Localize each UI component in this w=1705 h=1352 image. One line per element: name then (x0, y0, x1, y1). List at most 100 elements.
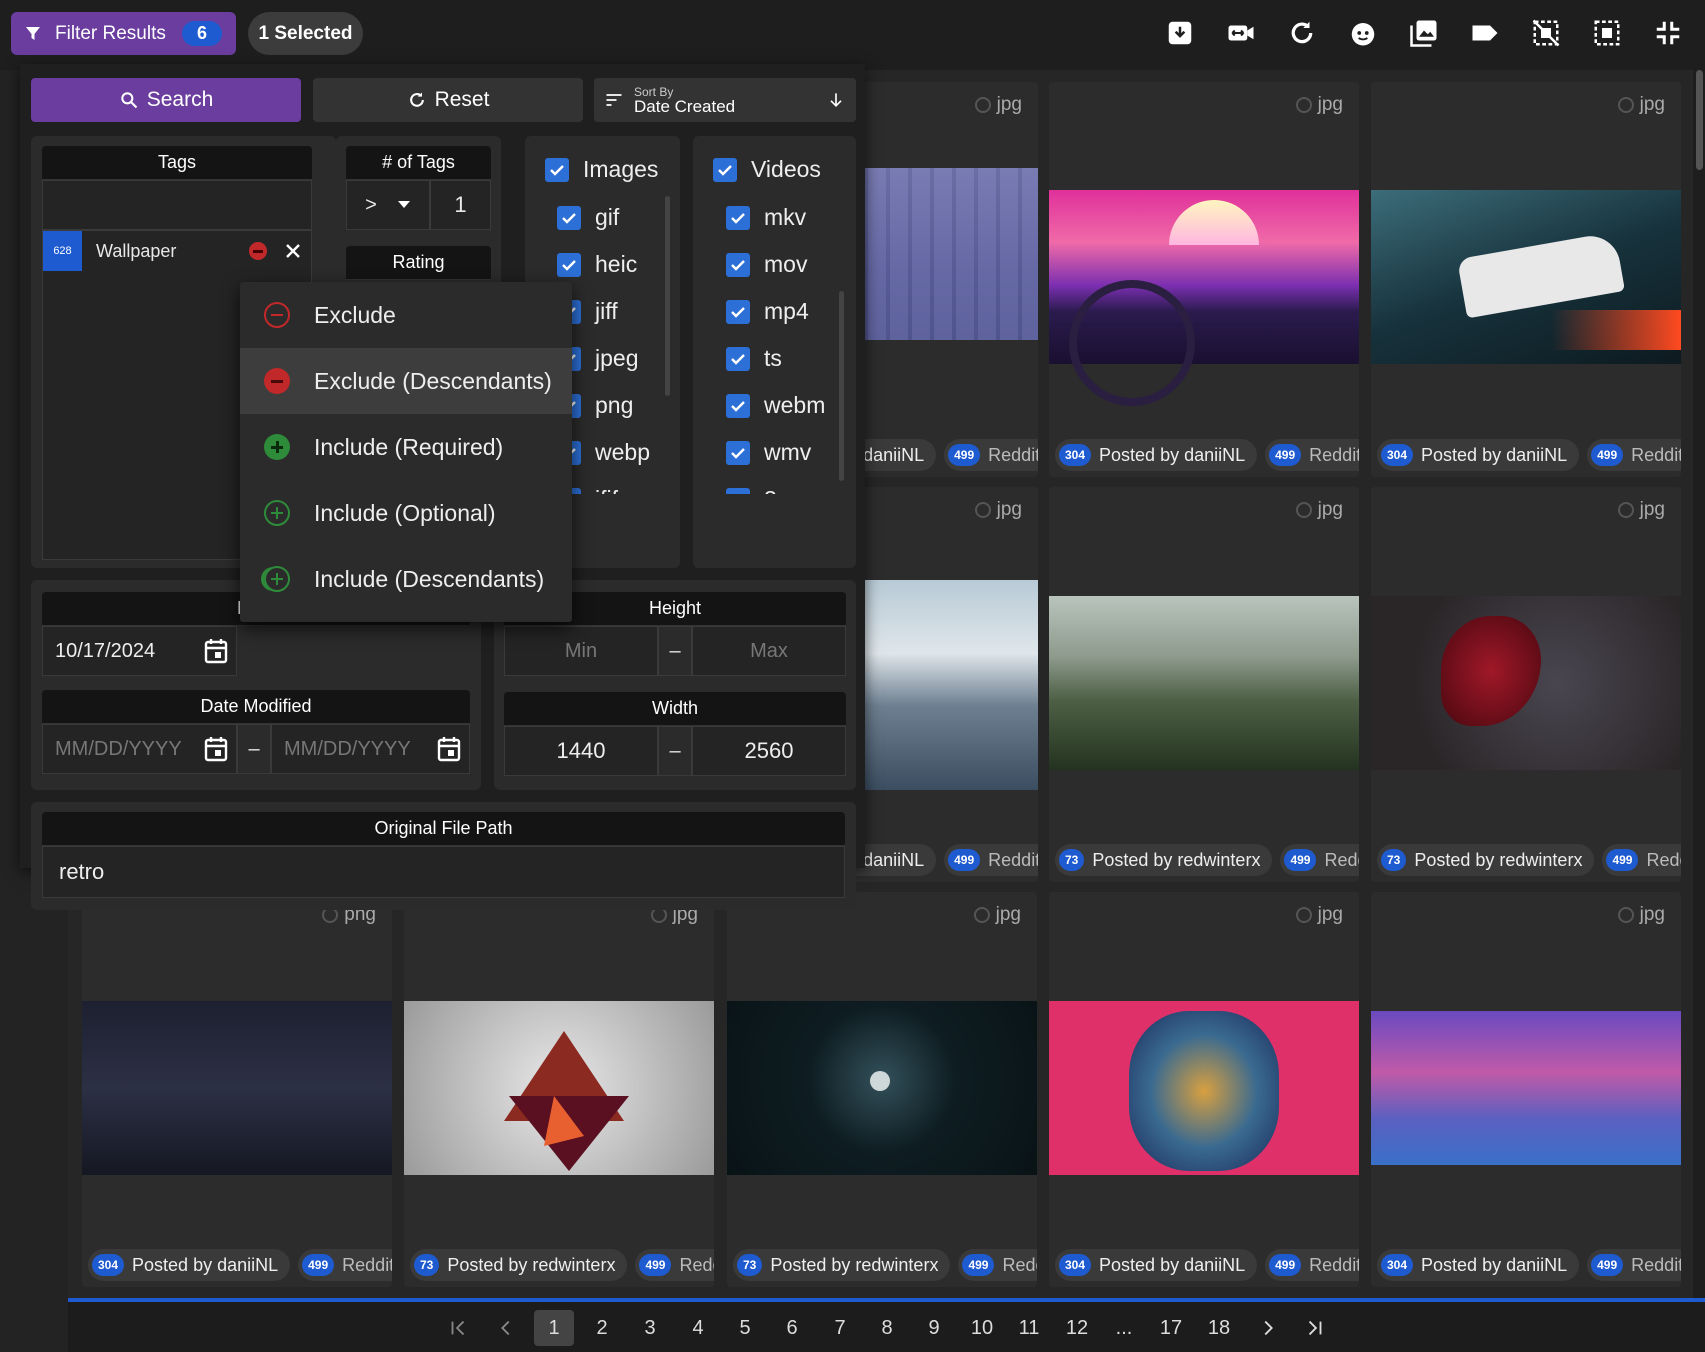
tag-item[interactable]: 628 Wallpaper (43, 231, 311, 271)
filter-results-button[interactable]: Filter Results 6 (11, 12, 236, 55)
refresh-icon[interactable] (1287, 18, 1317, 48)
source-chip[interactable]: 499Reddit (1265, 1249, 1359, 1281)
calendar-icon[interactable] (437, 736, 461, 762)
videos-checkbox[interactable]: Videos (713, 146, 821, 193)
source-chip[interactable]: 499Reddit (1587, 439, 1681, 471)
source-chip[interactable]: 499Reddit (1265, 439, 1359, 471)
media-card[interactable]: jpg 304Posted by daniiNL 499Reddit (1049, 82, 1359, 477)
select-all-icon[interactable] (1592, 18, 1622, 48)
thumbnail-image[interactable] (1049, 190, 1359, 406)
menu-item-include-required[interactable]: Include (Required) (240, 414, 572, 480)
thumbnail-image[interactable] (1371, 190, 1681, 364)
thumbnail-image[interactable] (1371, 596, 1681, 770)
source-chip[interactable]: 499Reddit (944, 844, 1038, 876)
video-type-checkbox[interactable]: mov (726, 241, 807, 288)
thumbnail-image[interactable] (727, 1001, 1037, 1175)
images-checkbox[interactable]: Images (545, 146, 658, 193)
image-type-checkbox[interactable]: heic (557, 241, 637, 288)
author-chip[interactable]: 304Posted by daniiNL (1377, 439, 1580, 471)
page-button[interactable]: 4 (680, 1310, 716, 1346)
menu-item-include-descendants[interactable]: Include (Descendants) (240, 546, 572, 612)
menu-item-exclude-descendants[interactable]: Exclude (Descendants) (240, 348, 572, 414)
date-modified-from-input[interactable]: MM/DD/YYYY (42, 724, 237, 774)
media-card[interactable]: jpg 304Posted by daniiNL 499Reddit (1371, 892, 1681, 1287)
media-card[interactable]: jpg 304Posted by daniiNL 499Reddit (1049, 892, 1359, 1287)
page-button[interactable]: 17 (1153, 1310, 1189, 1346)
collapse-icon[interactable] (1653, 18, 1683, 48)
source-chip[interactable]: 499Reddit (635, 1249, 714, 1281)
video-type-checkbox[interactable]: mkv (726, 194, 806, 241)
source-chip[interactable]: 499Reddit (958, 1249, 1037, 1281)
author-chip[interactable]: 304Posted by daniiNL (1055, 1249, 1258, 1281)
media-card[interactable]: jpg 73Posted by redwinterx 499Reddit (727, 892, 1037, 1287)
author-chip[interactable]: 304Posted by daniiNL (1377, 1249, 1580, 1281)
next-page-button[interactable] (1250, 1310, 1286, 1346)
date-modified-to-input[interactable]: MM/DD/YYYY (271, 724, 470, 774)
page-button[interactable]: 1 (534, 1310, 574, 1346)
author-chip[interactable]: 73 Posted by redwinterx (733, 1249, 951, 1281)
page-button[interactable]: 3 (632, 1310, 668, 1346)
thumbnail-image[interactable] (82, 1001, 392, 1175)
arrow-down-icon[interactable] (826, 90, 846, 110)
page-button[interactable]: 5 (727, 1310, 763, 1346)
selected-count-chip[interactable]: 1 Selected (248, 12, 363, 55)
media-card[interactable]: png 304 Posted by daniiNL 499 Reddit (82, 892, 392, 1287)
minus-circle-filled-icon[interactable] (249, 242, 267, 260)
source-chip[interactable]: 499Reddit (944, 439, 1038, 471)
calendar-icon[interactable] (204, 638, 228, 664)
images-list-scrollbar[interactable] (665, 196, 670, 396)
menu-item-exclude[interactable]: Exclude (240, 282, 572, 348)
scrollbar-thumb[interactable] (1696, 70, 1703, 170)
author-chip[interactable]: 73 Posted by redwinterx (1377, 844, 1595, 876)
page-button[interactable]: 8 (869, 1310, 905, 1346)
reset-button[interactable]: Reset (313, 78, 583, 122)
videos-list-scrollbar[interactable] (839, 291, 844, 481)
source-chip[interactable]: 499Reddit (1280, 844, 1359, 876)
author-chip[interactable]: 73 Posted by redwinterx (1055, 844, 1273, 876)
thumbnail-image[interactable] (404, 1001, 714, 1175)
close-icon[interactable] (285, 243, 301, 259)
media-card[interactable]: jpg 73Posted by redwinterx 499Reddit (1049, 487, 1359, 882)
width-max-input[interactable]: 2560 (692, 726, 846, 776)
author-chip[interactable]: 304Posted by daniiNL (88, 1249, 291, 1281)
gallery-icon[interactable] (1409, 18, 1439, 48)
source-chip[interactable]: 499Reddit (1587, 1249, 1681, 1281)
num-tags-value-input[interactable]: 1 (430, 180, 491, 230)
page-button[interactable]: 18 (1201, 1310, 1237, 1346)
image-type-checkbox[interactable]: gif (557, 194, 619, 241)
page-button[interactable]: 2 (584, 1310, 620, 1346)
width-min-input[interactable]: 1440 (504, 726, 658, 776)
video-type-checkbox[interactable]: 3gp (726, 476, 802, 494)
page-button[interactable]: 9 (916, 1310, 952, 1346)
page-button[interactable]: 7 (822, 1310, 858, 1346)
page-button[interactable]: 6 (774, 1310, 810, 1346)
calendar-icon[interactable] (204, 736, 228, 762)
source-chip[interactable]: 499Reddit (298, 1249, 392, 1281)
thumbnail-image[interactable] (1049, 596, 1359, 770)
archive-icon[interactable] (1165, 18, 1195, 48)
label-icon[interactable] (1470, 18, 1500, 48)
video-type-checkbox[interactable]: wmv (726, 429, 811, 476)
author-chip[interactable]: 304Posted by daniiNL (1055, 439, 1258, 471)
thumbnail-image[interactable] (1371, 1011, 1681, 1165)
video-fit-icon[interactable] (1226, 18, 1256, 48)
deselect-icon[interactable] (1531, 18, 1561, 48)
tag-search-input[interactable] (42, 180, 312, 230)
date-created-from-input[interactable]: 10/17/2024 (42, 626, 237, 676)
media-card[interactable]: jpg 304Posted by daniiNL 499Reddit (1371, 82, 1681, 477)
page-button[interactable]: 11 (1011, 1310, 1047, 1346)
media-card[interactable]: jpg 73Posted by redwinterx 499Reddit (404, 892, 714, 1287)
num-tags-operator-select[interactable]: > (346, 180, 430, 230)
video-type-checkbox[interactable]: webm (726, 382, 825, 429)
source-chip[interactable]: 499Reddit (1602, 844, 1681, 876)
reddit-icon[interactable] (1348, 18, 1378, 48)
page-button[interactable]: 10 (964, 1310, 1000, 1346)
height-max-input[interactable]: Max (692, 626, 846, 676)
search-button[interactable]: Search (31, 78, 301, 122)
vertical-scrollbar[interactable] (1693, 70, 1705, 1300)
video-type-checkbox[interactable]: ts (726, 335, 782, 382)
sort-by-select[interactable]: Sort By Date Created (594, 78, 856, 122)
page-button[interactable]: 12 (1059, 1310, 1095, 1346)
last-page-button[interactable] (1297, 1310, 1333, 1346)
author-chip[interactable]: 73 Posted by redwinterx (410, 1249, 628, 1281)
